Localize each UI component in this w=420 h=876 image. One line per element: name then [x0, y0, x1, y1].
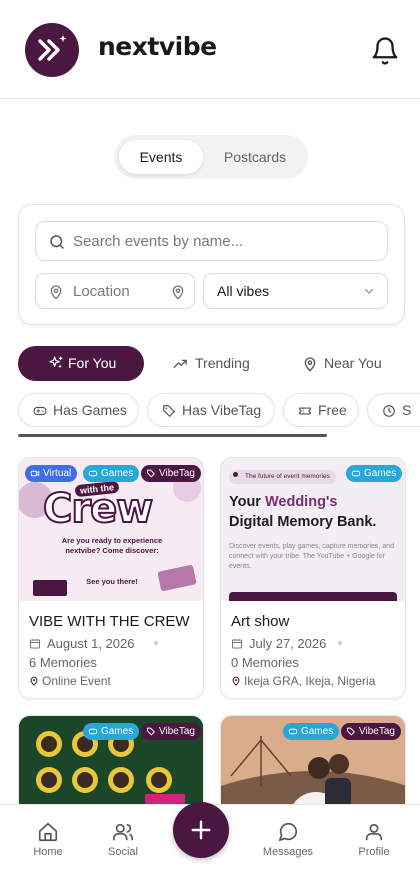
map-pin-icon [304, 357, 316, 372]
map-pin-icon [50, 285, 62, 300]
chip-label: Free [318, 402, 347, 418]
video-icon [30, 470, 40, 477]
trending-up-icon [173, 359, 187, 368]
segment-events[interactable]: Events [119, 140, 203, 174]
poster-line: Are you ready to experience [61, 536, 163, 545]
tab-near-you[interactable]: Near You [300, 346, 400, 381]
badge-games: Games [83, 723, 140, 740]
tab-for-you[interactable]: For You [18, 346, 144, 381]
badge-virtual: Virtual [25, 465, 78, 482]
home-icon [38, 822, 58, 842]
search-icon [50, 235, 64, 249]
vibe-select[interactable]: All vibes [203, 273, 388, 309]
nav-label: Home [33, 846, 63, 858]
poster-headline: Your Wedding's [229, 494, 338, 510]
event-title: VIBE WITH THE CREW [29, 613, 190, 630]
tab-label: Trending [195, 355, 250, 371]
tag-icon [147, 727, 156, 736]
poster-dot [233, 472, 238, 477]
nav-home[interactable]: Home [18, 817, 78, 867]
search-placeholder: Search events by name... [73, 233, 244, 250]
nav-messages[interactable]: Messages [258, 817, 318, 867]
event-date: August 1, 2026 [47, 636, 135, 651]
bell-icon[interactable] [370, 36, 400, 66]
chip-partial[interactable]: S [367, 393, 420, 427]
calendar-icon [30, 639, 40, 649]
tab-label: Near You [324, 355, 382, 371]
tab-label: For You [68, 355, 117, 371]
users-icon [113, 823, 133, 841]
search-panel: Search events by name... Location All vi… [18, 204, 405, 325]
badge-vibetag: VibeTag [141, 465, 201, 482]
event-date: July 27, 2026 [249, 636, 327, 651]
location-placeholder: Location [73, 283, 130, 300]
chip-label: Has VibeTag [182, 402, 262, 418]
gamepad-icon [88, 470, 98, 477]
ticket-icon [299, 407, 311, 415]
chip-has-vibetag[interactable]: Has VibeTag [147, 393, 275, 427]
event-title: Art show [231, 613, 290, 630]
message-circle-icon [278, 822, 298, 842]
poster-line: nextvibe? Come discover: [65, 546, 159, 555]
gamepad-icon [33, 406, 47, 416]
event-card[interactable]: with the Crew Are you ready to experienc… [18, 457, 204, 699]
segment-postcards[interactable]: Postcards [207, 140, 303, 174]
sparkles-icon [49, 356, 63, 369]
brand-name: nextvibe [98, 32, 217, 61]
poster-headline: Digital Memory Bank. [229, 514, 377, 530]
nav-label: Social [108, 846, 138, 858]
poster-button [229, 592, 397, 601]
event-location: Online Event [42, 674, 111, 688]
badge-games: Games [346, 465, 403, 482]
filter-chips: Has Games Has VibeTag Free S [18, 393, 420, 437]
badge-vibetag: VibeTag [341, 723, 401, 740]
nav-social[interactable]: Social [93, 817, 153, 867]
event-memories: 6 Memories [29, 655, 97, 670]
map-pin-icon [232, 676, 240, 686]
tag-icon [163, 405, 175, 417]
gamepad-icon [351, 470, 361, 477]
nav-profile[interactable]: Profile [344, 817, 404, 867]
chevron-down-icon [364, 288, 374, 294]
gamepad-icon [88, 728, 98, 735]
event-location: Ikeja GRA, Ikeja, Nigeria [244, 674, 376, 688]
chip-free[interactable]: Free [283, 393, 359, 427]
tag-icon [347, 727, 356, 736]
poster-body: Discover events, play games, capture mem… [229, 543, 394, 570]
event-memories: 0 Memories [231, 655, 299, 670]
app-header: nextvibe [0, 0, 420, 99]
badge-games: Games [83, 465, 140, 482]
logo[interactable] [25, 23, 79, 77]
plus-icon [191, 820, 211, 840]
calendar-icon [232, 639, 242, 649]
poster-tagline: The future of event memories [229, 470, 336, 484]
fast-forward-star-icon [38, 35, 67, 61]
poster-title: Crew [42, 485, 154, 533]
chip-label: S [402, 402, 412, 418]
nav-label: Messages [262, 846, 314, 858]
nav-label: Profile [358, 846, 390, 858]
location-input[interactable]: Location [35, 273, 195, 309]
user-icon [365, 823, 383, 841]
chip-label: Has Games [53, 402, 127, 418]
chips-scrollbar[interactable] [18, 434, 327, 437]
vibe-select-value: All vibes [217, 283, 270, 299]
gamepad-icon [288, 728, 298, 735]
chip-has-games[interactable]: Has Games [18, 393, 139, 427]
locate-me-icon[interactable] [170, 283, 186, 301]
tag-icon [147, 469, 156, 478]
clock-icon [383, 405, 395, 417]
map-pin-icon [30, 676, 38, 686]
search-input[interactable]: Search events by name... [35, 221, 388, 261]
tab-trending[interactable]: Trending [172, 346, 272, 381]
separator-dot [338, 641, 342, 645]
event-card[interactable]: The future of event memories Your Weddin… [220, 457, 406, 699]
content-type-toggle: Events Postcards [114, 135, 308, 179]
separator-dot [154, 641, 158, 645]
badge-vibetag: VibeTag [141, 723, 201, 740]
create-button[interactable] [173, 802, 229, 858]
badge-games: Games [283, 723, 340, 740]
poster-line: See you there! [86, 577, 138, 586]
